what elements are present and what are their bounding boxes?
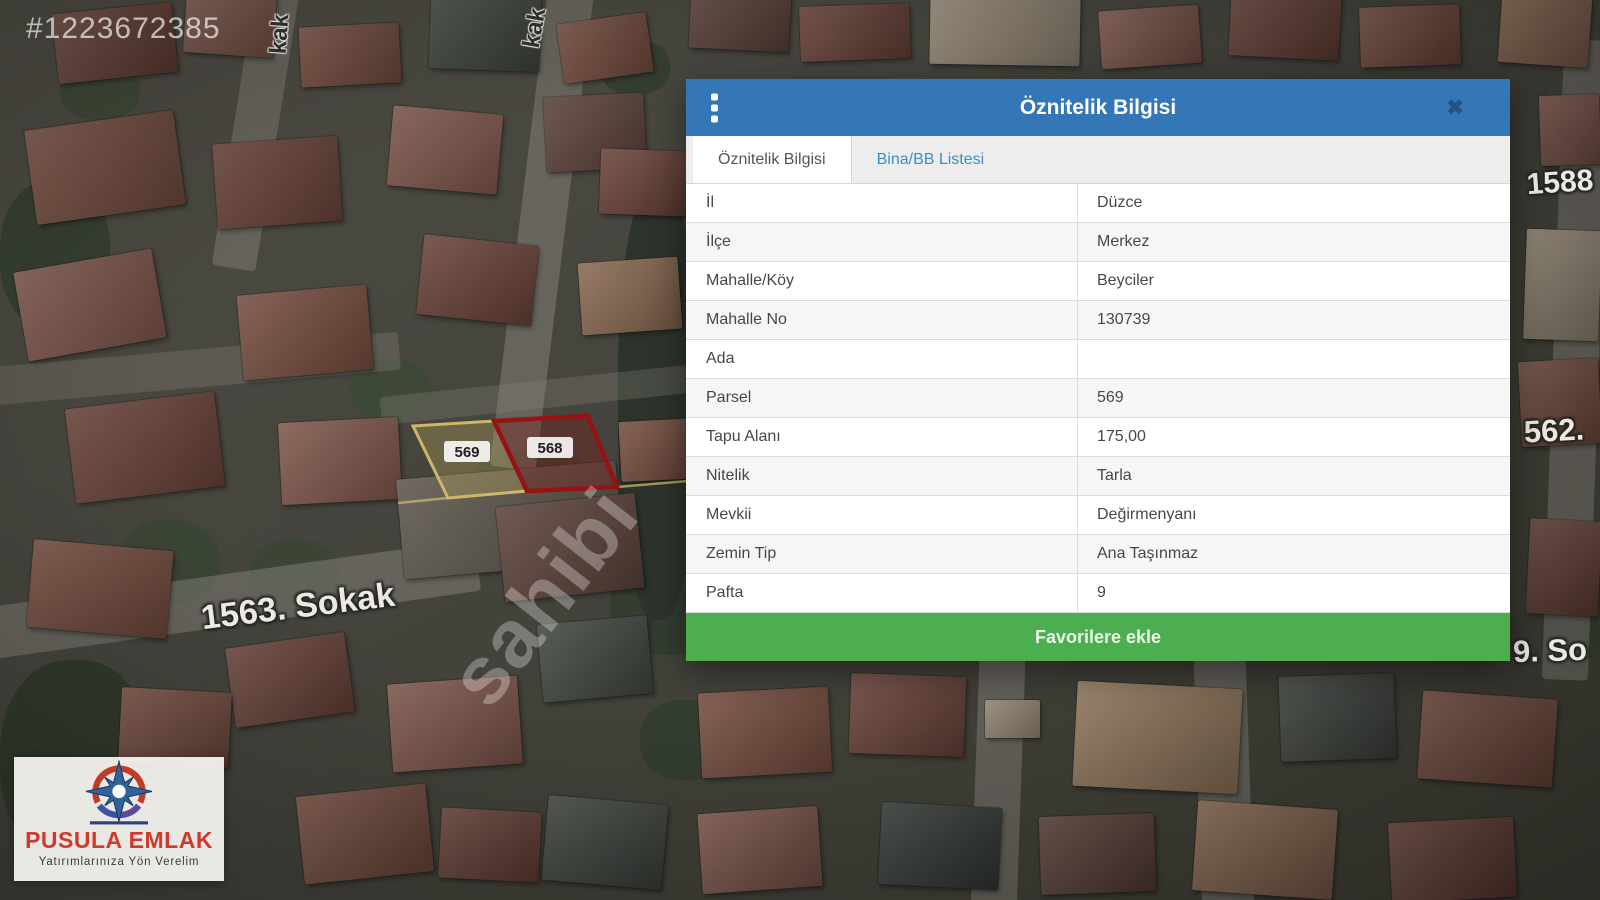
parcel-number: 569 — [454, 444, 479, 461]
row-value: Düzce — [1078, 184, 1510, 222]
table-row: Mahalle/KöyBeyciler — [686, 262, 1510, 301]
satellite-map-view: 569568 kakkak1563. Sokak1588562.9. So #1… — [0, 0, 1600, 900]
map-building — [387, 105, 504, 194]
row-value: 130739 — [1078, 301, 1510, 339]
map-building — [278, 417, 402, 505]
close-icon[interactable]: ✖ — [1446, 97, 1464, 118]
map-building — [697, 806, 822, 894]
map-building — [1388, 817, 1517, 900]
row-value: 9 — [1078, 574, 1510, 612]
row-value: Tarla — [1078, 457, 1510, 495]
dialog-header: Öznitelik Bilgisi ✖ — [686, 79, 1510, 136]
street-label: 9. So — [1512, 632, 1587, 671]
row-value: Değirmenyanı — [1078, 496, 1510, 534]
map-building — [698, 687, 832, 779]
map-building — [1072, 681, 1242, 794]
table-row: Mahalle No130739 — [686, 301, 1510, 340]
map-building — [878, 802, 1002, 890]
table-row: Zemin TipAna Taşınmaz — [686, 535, 1510, 574]
attribute-dialog: Öznitelik Bilgisi ✖ Öznitelik BilgisiBin… — [686, 79, 1510, 661]
row-label: Zemin Tip — [686, 535, 1078, 573]
table-row: Parsel569 — [686, 379, 1510, 418]
table-row: İlDüzce — [686, 184, 1510, 223]
map-building — [237, 284, 374, 380]
map-building — [599, 148, 691, 216]
row-label: Mevkii — [686, 496, 1078, 534]
row-label: Mahalle No — [686, 301, 1078, 339]
map-building — [556, 12, 653, 84]
row-value — [1078, 340, 1510, 378]
map-building — [688, 0, 791, 53]
map-building — [1498, 0, 1593, 68]
tab-bina-bb-listesi[interactable]: Bina/BB Listesi — [852, 136, 1010, 183]
agency-logo-card: PUSULA EMLAK Yatırımlarınıza Yön Verelim — [14, 757, 224, 881]
row-label: İlçe — [686, 223, 1078, 261]
street-label: kak — [265, 13, 296, 55]
listing-id: #1223672385 — [26, 12, 221, 46]
row-label: İl — [686, 184, 1078, 222]
map-building — [929, 0, 1080, 66]
agency-tagline: Yatırımlarınıza Yön Verelim — [39, 856, 200, 868]
map-building — [438, 807, 542, 882]
map-building — [799, 3, 911, 62]
map-building — [578, 257, 683, 336]
map-building — [118, 687, 232, 768]
street-label: 562. — [1523, 411, 1585, 450]
map-building — [1279, 673, 1397, 762]
row-value: Ana Taşınmaz — [1078, 535, 1510, 573]
map-building — [1417, 690, 1558, 787]
map-building — [212, 136, 343, 230]
map-building — [1526, 518, 1600, 617]
map-building — [225, 632, 355, 728]
row-label: Parsel — [686, 379, 1078, 417]
map-building — [1039, 813, 1157, 895]
agency-name: PUSULA EMLAK — [25, 827, 213, 854]
row-value: Beyciler — [1078, 262, 1510, 300]
table-row: Tapu Alanı175,00 — [686, 418, 1510, 457]
row-label: Ada — [686, 340, 1078, 378]
map-building — [26, 539, 173, 639]
map-building — [298, 22, 401, 87]
map-building — [416, 234, 539, 326]
dialog-title: Öznitelik Bilgisi — [1020, 96, 1176, 120]
row-label: Tapu Alanı — [686, 418, 1078, 456]
table-row: NitelikTarla — [686, 457, 1510, 496]
table-row: Pafta9 — [686, 574, 1510, 613]
row-value: 175,00 — [1078, 418, 1510, 456]
map-building — [985, 700, 1040, 738]
map-building — [542, 795, 669, 890]
tab-oznitelik-bilgisi[interactable]: Öznitelik Bilgisi — [693, 136, 852, 183]
street-label: 1588 — [1526, 164, 1595, 203]
table-row: İlçeMerkez — [686, 223, 1510, 262]
tab-bar: Öznitelik BilgisiBina/BB Listesi — [686, 136, 1510, 184]
table-row: MevkiiDeğirmenyanı — [686, 496, 1510, 535]
map-building — [849, 673, 967, 757]
row-label: Nitelik — [686, 457, 1078, 495]
add-to-favorites-button[interactable]: Favorilere ekle — [686, 613, 1510, 661]
map-building — [1098, 5, 1202, 70]
row-label: Mahalle/Köy — [686, 262, 1078, 300]
row-value: Merkez — [1078, 223, 1510, 261]
map-building — [1359, 4, 1461, 67]
compass-icon — [71, 760, 167, 826]
row-label: Pafta — [686, 574, 1078, 612]
attribute-table: İlDüzceİlçeMerkezMahalle/KöyBeycilerMaha… — [686, 184, 1510, 613]
kebab-menu-icon[interactable] — [711, 93, 718, 122]
map-building — [24, 110, 186, 225]
map-building — [1523, 229, 1600, 342]
map-building — [65, 391, 225, 504]
map-building — [296, 783, 434, 884]
map-building — [1539, 94, 1600, 166]
map-building — [1228, 0, 1341, 61]
map-building — [1192, 800, 1338, 900]
row-value: 569 — [1078, 379, 1510, 417]
table-row: Ada — [686, 340, 1510, 379]
